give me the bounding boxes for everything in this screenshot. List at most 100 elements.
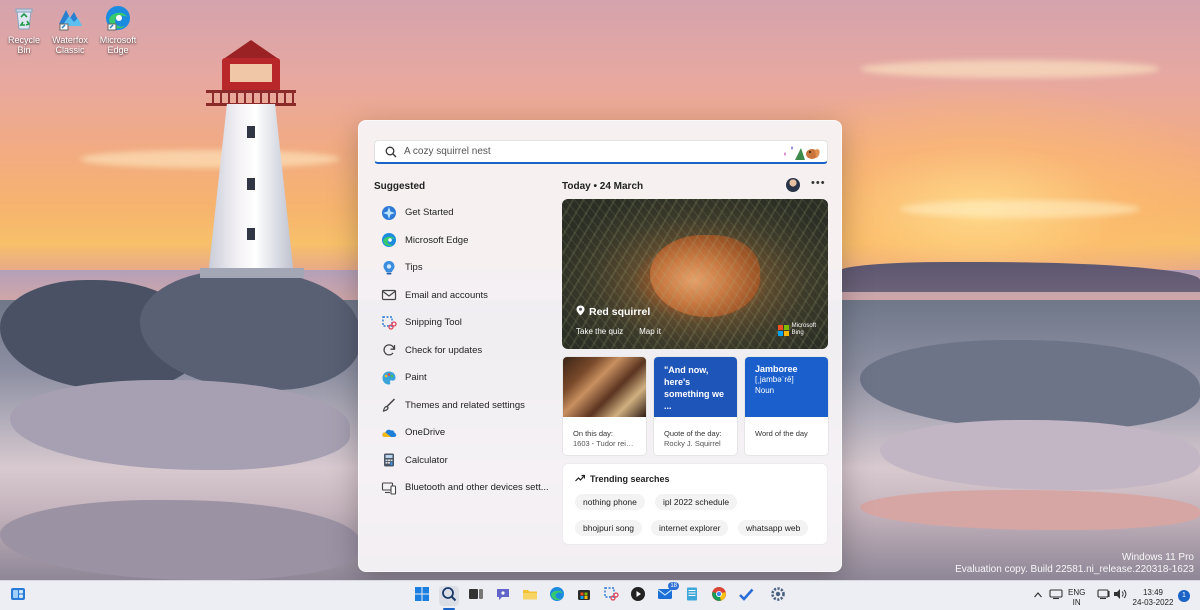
refresh-icon bbox=[381, 342, 397, 358]
suggested-item-label: Microsoft Edge bbox=[405, 234, 469, 246]
trending-chip[interactable]: nothing phone bbox=[575, 494, 645, 510]
suggested-item-label: Get Started bbox=[405, 207, 454, 219]
trending-chip[interactable]: ipl 2022 schedule bbox=[655, 494, 738, 510]
avatar[interactable] bbox=[786, 178, 800, 192]
language-indicator[interactable]: ENG IN bbox=[1068, 588, 1085, 608]
location-pin-icon bbox=[576, 305, 585, 319]
pronunciation: [ˌjambəˈrē] bbox=[755, 375, 794, 384]
painting-image bbox=[563, 357, 646, 417]
recycle-bin-icon bbox=[10, 4, 38, 32]
suggested-item-check-updates[interactable]: Check for updates bbox=[373, 337, 553, 365]
suggested-item-label: Themes and related settings bbox=[405, 399, 525, 411]
card-subcaption: 1603 - Tudor reig... bbox=[573, 439, 636, 448]
volume-button[interactable] bbox=[1110, 586, 1130, 606]
desktop-icon-edge[interactable]: Microsoft Edge bbox=[96, 4, 140, 55]
clock-date: 24-03-2022 bbox=[1132, 598, 1174, 607]
device-icon bbox=[1049, 587, 1063, 605]
lighthouse-window bbox=[247, 126, 255, 138]
trending-searches: Trending searches nothing phone ipl 2022… bbox=[562, 463, 828, 545]
show-hidden-icons-button[interactable] bbox=[1028, 586, 1048, 606]
chat-button[interactable] bbox=[493, 586, 513, 606]
clock[interactable]: 13:49 24-03-2022 bbox=[1130, 588, 1176, 608]
widgets-icon bbox=[10, 586, 26, 607]
suggested-item-paint[interactable]: Paint bbox=[373, 364, 553, 392]
chevron-up-icon bbox=[1033, 587, 1043, 605]
taskbar: 18 ENG IN 13:49 24-03-2022 1 bbox=[0, 580, 1200, 610]
take-quiz-link[interactable]: Take the quiz bbox=[576, 327, 623, 336]
today-heading: Today • 24 March bbox=[562, 181, 644, 192]
suggested-item-tips[interactable]: Tips bbox=[373, 254, 553, 282]
brand-line: Bing bbox=[791, 330, 804, 336]
map-it-link[interactable]: Map it bbox=[639, 327, 661, 336]
desktop-icon-recycle-bin[interactable]: Recycle Bin bbox=[2, 4, 46, 55]
more-options-button[interactable]: ••• bbox=[811, 177, 826, 189]
suggested-item-get-started[interactable]: Get Started bbox=[373, 199, 553, 227]
edge-icon bbox=[549, 586, 565, 607]
store-icon bbox=[576, 586, 592, 607]
search-button[interactable] bbox=[439, 586, 459, 606]
suggested-item-label: Tips bbox=[405, 262, 423, 274]
onedrive-icon bbox=[381, 425, 397, 441]
file-explorer-button[interactable] bbox=[520, 586, 540, 606]
trending-title-text: Trending searches bbox=[590, 474, 670, 484]
edge-icon bbox=[104, 4, 132, 32]
card-word-of-day[interactable]: Jamboree [ˌjambəˈrē] Noun Word of the da… bbox=[744, 356, 829, 456]
search-panel: Suggested Get Started Microsoft Edge Tip… bbox=[358, 120, 842, 572]
hero-card-red-squirrel[interactable]: Red squirrel Take the quiz Map it Micros… bbox=[562, 199, 828, 349]
folder-icon bbox=[522, 586, 538, 607]
get-started-icon bbox=[381, 205, 397, 221]
suggested-item-microsoft-edge[interactable]: Microsoft Edge bbox=[373, 227, 553, 255]
card-caption: Word of the day bbox=[755, 429, 808, 438]
store-button[interactable] bbox=[574, 586, 594, 606]
trending-chip[interactable]: whatsapp web bbox=[738, 520, 809, 536]
task-view-button[interactable] bbox=[466, 586, 486, 606]
lighthouse-window bbox=[247, 228, 255, 240]
language-code: ENG bbox=[1068, 588, 1086, 597]
todo-button[interactable] bbox=[736, 586, 756, 606]
trending-chip[interactable]: bhojpuri song bbox=[575, 520, 643, 536]
suggested-item-label: Snipping Tool bbox=[405, 317, 462, 329]
edge-taskbar-button[interactable] bbox=[547, 586, 567, 606]
gear-icon bbox=[770, 586, 786, 607]
widgets-button[interactable] bbox=[8, 586, 28, 606]
suggested-item-label: Check for updates bbox=[405, 344, 483, 356]
suggested-item-label: OneDrive bbox=[405, 427, 446, 439]
suggested-item-calculator[interactable]: Calculator bbox=[373, 447, 553, 475]
device-tray-button[interactable] bbox=[1046, 586, 1066, 606]
trending-chip[interactable]: internet explorer bbox=[651, 520, 729, 536]
media-player-button[interactable] bbox=[628, 586, 648, 606]
suggested-item-label: Paint bbox=[405, 372, 427, 384]
suggested-item-label: Email and accounts bbox=[405, 289, 488, 301]
card-caption: Quote of the day: bbox=[664, 429, 722, 438]
settings-button[interactable] bbox=[768, 586, 788, 606]
brush-icon bbox=[381, 397, 397, 413]
start-button[interactable] bbox=[412, 586, 432, 606]
chrome-button[interactable] bbox=[709, 586, 729, 606]
word-panel: Jamboree [ˌjambəˈrē] Noun bbox=[745, 357, 828, 417]
paint-icon bbox=[381, 370, 397, 386]
card-on-this-day[interactable]: On this day: 1603 - Tudor reig... bbox=[562, 356, 647, 456]
suggested-item-themes[interactable]: Themes and related settings bbox=[373, 392, 553, 420]
search-input[interactable] bbox=[404, 146, 764, 157]
notepad-icon bbox=[684, 586, 700, 607]
teams-chat-icon bbox=[495, 586, 511, 607]
suggested-item-bluetooth[interactable]: Bluetooth and other devices sett... bbox=[373, 474, 553, 502]
cloud-streak bbox=[80, 150, 340, 168]
suggested-item-label: Bluetooth and other devices sett... bbox=[405, 482, 549, 494]
suggested-item-snipping-tool[interactable]: Snipping Tool bbox=[373, 309, 553, 337]
desktop-icon-label: Microsoft Edge bbox=[99, 35, 137, 55]
notepad-button[interactable] bbox=[682, 586, 702, 606]
region-code: IN bbox=[1072, 598, 1081, 607]
suggested-item-email-accounts[interactable]: Email and accounts bbox=[373, 282, 553, 310]
search-box[interactable] bbox=[374, 140, 828, 164]
mail-icon bbox=[381, 287, 397, 303]
suggested-item-onedrive[interactable]: OneDrive bbox=[373, 419, 553, 447]
part-of-speech: Noun bbox=[755, 386, 775, 395]
mail-taskbar-button[interactable]: 18 bbox=[655, 582, 679, 606]
waterfox-icon bbox=[56, 4, 84, 32]
snipping-tool-taskbar-button[interactable] bbox=[601, 586, 621, 606]
suggested-heading: Suggested bbox=[374, 181, 426, 192]
desktop-icon-waterfox[interactable]: Waterfox Classic bbox=[48, 4, 92, 55]
card-quote-of-day[interactable]: "And now, here's something we ... Quote … bbox=[653, 356, 738, 456]
notification-badge[interactable]: 1 bbox=[1178, 590, 1190, 602]
